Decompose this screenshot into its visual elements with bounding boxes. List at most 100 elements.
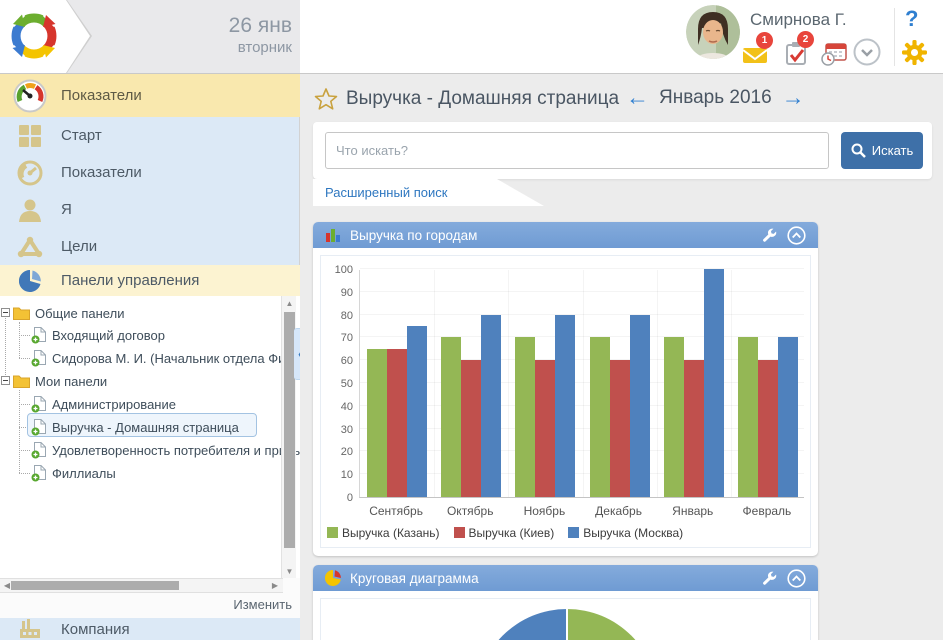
collapse-box[interactable] <box>1 376 10 385</box>
wrench-icon[interactable] <box>760 227 777 244</box>
legend-item: Выручка (Киев) <box>454 526 555 540</box>
sidebar-item-indicators-active[interactable]: Показатели <box>0 74 300 117</box>
bar-Ноябрь-Выручка (Киев)[interactable] <box>535 360 555 497</box>
bar-Декабрь-Выручка (Киев)[interactable] <box>610 360 630 497</box>
bar-plot <box>359 270 804 498</box>
report-add-icon <box>31 396 47 413</box>
edit-link[interactable]: Изменить <box>233 597 292 612</box>
tree-item-sidorova[interactable]: Сидорова М. И. (Начальник отдела Финан <box>31 347 300 369</box>
tree-item-branches[interactable]: Филлиалы <box>31 462 116 484</box>
bar-Сентябрь-Выручка (Киев)[interactable] <box>387 349 407 497</box>
bar-Октябрь-Выручка (Киев)[interactable] <box>461 360 481 497</box>
tree-item-revenue-home-selected[interactable]: Выручка - Домашняя страница <box>31 416 239 438</box>
y-tick-label: 20 <box>325 446 353 458</box>
bar-Сентябрь-Выручка (Москва)[interactable] <box>407 326 427 497</box>
sidebar-item-goals[interactable]: Цели <box>0 228 300 265</box>
bar-chart-icon <box>325 227 341 243</box>
scroll-right-arrow[interactable]: ▶ <box>268 579 282 592</box>
panel-collapse-icon[interactable] <box>787 569 806 588</box>
sidebar-item-dashboards[interactable]: Панели управления <box>0 265 300 296</box>
prev-period-arrow[interactable]: ← <box>626 86 649 109</box>
legend-swatch <box>327 527 338 538</box>
bar-Октябрь-Выручка (Казань)[interactable] <box>441 337 461 497</box>
mail-icon[interactable] <box>743 46 769 69</box>
panel-header[interactable]: Выручка по городам <box>313 222 818 248</box>
report-add-icon <box>31 465 47 482</box>
advanced-search-tab: Расширенный поиск <box>313 179 548 206</box>
sidebar-item-me[interactable]: Я <box>0 191 300 228</box>
bar-Ноябрь-Выручка (Москва)[interactable] <box>555 315 575 497</box>
gridline <box>583 270 584 497</box>
advanced-search-link[interactable]: Расширенный поиск <box>325 185 447 200</box>
person-icon <box>13 197 47 223</box>
bar-Январь-Выручка (Киев)[interactable] <box>684 360 704 497</box>
wrench-icon[interactable] <box>760 570 777 587</box>
y-tick-label: 80 <box>325 310 353 322</box>
sidebar-item-label: Показатели <box>61 164 142 181</box>
search-panel: Искать <box>313 122 932 179</box>
tree-item-administration[interactable]: Администрирование <box>31 393 176 415</box>
x-tick-label: Сентябрь <box>359 504 433 518</box>
y-tick-label: 90 <box>325 287 353 299</box>
gear-icon[interactable] <box>902 40 927 65</box>
bar-Декабрь-Выручка (Москва)[interactable] <box>630 315 650 497</box>
collapse-box[interactable] <box>1 308 10 317</box>
search-input[interactable] <box>325 132 829 169</box>
panel-revenue-by-cities: Выручка по городам 010203040506070809010… <box>313 222 818 556</box>
scroll-thumb[interactable] <box>11 581 179 590</box>
next-period-arrow[interactable]: → <box>782 86 805 109</box>
gauge-color-icon <box>13 79 47 113</box>
sidebar-item-label: Цели <box>61 238 97 255</box>
dashboard-tree: Общие панели Входящий договор <box>0 296 300 578</box>
bar-Октябрь-Выручка (Москва)[interactable] <box>481 315 501 497</box>
sidebar-item-start[interactable]: Старт <box>0 117 300 154</box>
bar-Январь-Выручка (Казань)[interactable] <box>664 337 684 497</box>
page-title: Выручка - Домашняя страница <box>346 88 619 110</box>
panel-pie-chart: Круговая диаграмма <box>313 565 818 640</box>
main-content: Выручка - Домашняя страница ← Январь 201… <box>300 74 943 640</box>
search-icon <box>851 143 866 158</box>
tree-item-label: Входящий договор <box>52 328 165 343</box>
panel-collapse-icon[interactable] <box>787 226 806 245</box>
grid-icon <box>13 124 47 148</box>
report-add-icon <box>31 419 47 436</box>
y-tick-label: 40 <box>325 401 353 413</box>
sidebar-item-company[interactable]: Компания <box>0 618 300 640</box>
sidebar-item-indicators[interactable]: Показатели <box>0 154 300 191</box>
tree-item-incoming-contract[interactable]: Входящий договор <box>31 324 165 346</box>
date-day: 26 янв <box>150 13 292 39</box>
bar-Февраль-Выручка (Казань)[interactable] <box>738 337 758 497</box>
tree-horizontal-scrollbar[interactable]: ◀ ▶ <box>0 578 283 593</box>
bar-Декабрь-Выручка (Казань)[interactable] <box>590 337 610 497</box>
sidebar-item-label: Я <box>61 201 72 218</box>
favorite-star-icon[interactable] <box>314 87 338 111</box>
help-button[interactable]: ? <box>905 6 918 32</box>
tree-folder-my[interactable]: Мои панели <box>13 370 107 392</box>
bar-chart: 0102030405060708090100 СентябрьОктябрьНо… <box>320 255 811 548</box>
x-tick-label: Февраль <box>730 504 804 518</box>
scroll-down-arrow[interactable]: ▼ <box>282 564 297 578</box>
tree-folder-label: Общие панели <box>35 306 124 321</box>
sidebar: Показатели Старт Показатели <box>0 74 300 640</box>
chevron-down-circle-icon[interactable] <box>853 38 881 71</box>
app-logo-icon[interactable] <box>8 10 60 62</box>
tree-folder-common[interactable]: Общие панели <box>13 302 124 324</box>
panel-header[interactable]: Круговая диаграмма <box>313 565 818 591</box>
calendar-clock-icon[interactable] <box>821 42 847 71</box>
company-icon <box>13 619 47 639</box>
user-name[interactable]: Смирнова Г. <box>750 10 847 30</box>
avatar[interactable] <box>686 5 740 59</box>
scroll-up-arrow[interactable]: ▲ <box>282 296 297 310</box>
sidebar-item-label: Панели управления <box>61 272 199 289</box>
bar-Февраль-Выручка (Киев)[interactable] <box>758 360 778 497</box>
goals-icon <box>13 235 47 259</box>
tree-item-satisfaction[interactable]: Удовлетворенность потребителя и прибы. <box>31 439 300 461</box>
y-tick-label: 50 <box>325 378 353 390</box>
tree-connector <box>19 358 30 359</box>
bar-Февраль-Выручка (Москва)[interactable] <box>778 337 798 497</box>
bar-Сентябрь-Выручка (Казань)[interactable] <box>367 349 387 497</box>
bar-Январь-Выручка (Москва)[interactable] <box>704 269 724 497</box>
period-label: Январь 2016 <box>659 87 772 109</box>
bar-Ноябрь-Выручка (Казань)[interactable] <box>515 337 535 497</box>
search-button[interactable]: Искать <box>841 132 923 169</box>
